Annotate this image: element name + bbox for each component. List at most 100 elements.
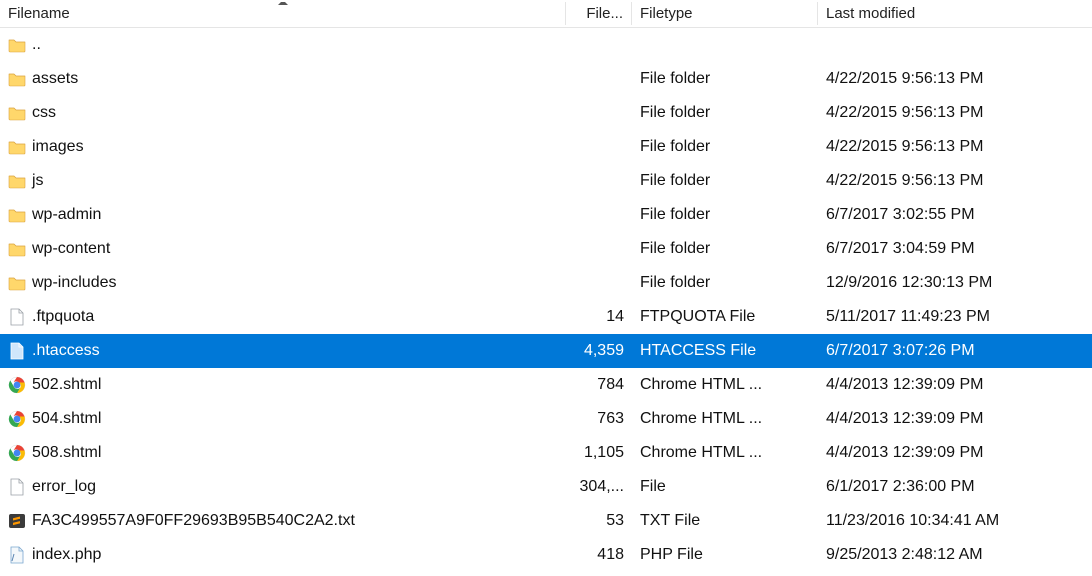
- file-icon: [8, 478, 26, 496]
- file-type-cell: Chrome HTML ...: [632, 410, 818, 428]
- file-row[interactable]: assetsFile folder4/22/2015 9:56:13 PM: [0, 62, 1092, 96]
- file-name-label: .htaccess: [32, 342, 100, 360]
- file-icon: [8, 308, 26, 326]
- sort-ascending-icon: [278, 2, 288, 5]
- file-name-cell: FA3C499557A9F0FF29693B95B540C2A2.txt: [0, 512, 566, 530]
- file-row[interactable]: .ftpquota 14FTPQUOTA File5/11/2017 11:49:…: [0, 300, 1092, 334]
- file-name-label: .ftpquota: [32, 308, 94, 326]
- file-name-label: 502.shtml: [32, 376, 101, 394]
- file-row[interactable]: 504.shtml 763Chrome HTML ...4/4/2013 12:3…: [0, 402, 1092, 436]
- file-size-cell: 304,...: [566, 478, 632, 496]
- chrome-icon: [8, 410, 26, 428]
- php-icon: [8, 546, 26, 564]
- file-name-label: wp-content: [32, 240, 110, 258]
- file-name-cell: assets: [0, 70, 566, 88]
- file-name-cell: index.php: [0, 546, 566, 564]
- folder-icon: [8, 36, 26, 54]
- file-type-cell: File folder: [632, 274, 818, 292]
- file-name-label: error_log: [32, 478, 96, 496]
- file-name-cell: images: [0, 138, 566, 156]
- file-name-cell: wp-includes: [0, 274, 566, 292]
- file-row[interactable]: imagesFile folder4/22/2015 9:56:13 PM: [0, 130, 1092, 164]
- file-size-cell: 4,359: [566, 342, 632, 360]
- file-name-cell: js: [0, 172, 566, 190]
- file-size-cell: 1,105: [566, 444, 632, 462]
- file-size-cell: 53: [566, 512, 632, 530]
- file-name-cell: 504.shtml: [0, 410, 566, 428]
- file-name-cell: error_log: [0, 478, 566, 496]
- header-modified-label: Last modified: [826, 5, 915, 22]
- file-date-cell: 4/22/2015 9:56:13 PM: [818, 172, 1092, 190]
- chrome-icon: [8, 376, 26, 394]
- file-name-cell: css: [0, 104, 566, 122]
- file-date-cell: 5/11/2017 11:49:23 PM: [818, 308, 1092, 326]
- file-type-cell: Chrome HTML ...: [632, 444, 818, 462]
- file-date-cell: 4/22/2015 9:56:13 PM: [818, 138, 1092, 156]
- file-row[interactable]: 502.shtml784Chrome HTML ...4/4/2013 12:3…: [0, 368, 1092, 402]
- file-list: ..assetsFile folder4/22/2015 9:56:13 PMc…: [0, 28, 1092, 572]
- file-size-cell: 418: [566, 546, 632, 564]
- column-header-filesize[interactable]: File...: [566, 2, 632, 25]
- file-type-cell: File folder: [632, 70, 818, 88]
- file-name-label: FA3C499557A9F0FF29693B95B540C2A2.txt: [32, 512, 355, 530]
- file-type-cell: TXT File: [632, 512, 818, 530]
- file-name-cell: .ftpquota: [0, 308, 566, 326]
- file-name-label: css: [32, 104, 56, 122]
- file-type-cell: File folder: [632, 104, 818, 122]
- file-name-cell: 508.shtml: [0, 444, 566, 462]
- file-row[interactable]: .htaccess 4,359HTACCESS File6/7/2017 3:07…: [0, 334, 1092, 368]
- folder-icon: [8, 206, 26, 224]
- file-name-label: 504.shtml: [32, 410, 101, 428]
- file-name-cell: ..: [0, 36, 566, 54]
- folder-icon: [8, 172, 26, 190]
- file-row[interactable]: ..: [0, 28, 1092, 62]
- file-row[interactable]: error_log 304,...File6/1/2017 2:36:00 PM: [0, 470, 1092, 504]
- file-row[interactable]: index.php418PHP File9/25/2013 2:48:12 AM: [0, 538, 1092, 572]
- file-type-cell: File: [632, 478, 818, 496]
- file-row[interactable]: 508.shtml1,105Chrome HTML ...4/4/2013 12…: [0, 436, 1092, 470]
- file-size-cell: 784: [566, 376, 632, 394]
- file-row[interactable]: js File folder4/22/2015 9:56:13 PM: [0, 164, 1092, 198]
- header-filetype-label: Filetype: [640, 5, 693, 22]
- folder-icon: [8, 240, 26, 258]
- column-header-modified[interactable]: Last modified: [818, 2, 1092, 25]
- file-size-cell: 14: [566, 308, 632, 326]
- column-header-row: Filename File... Filetype Last modified: [0, 0, 1092, 28]
- file-date-cell: 12/9/2016 12:30:13 PM: [818, 274, 1092, 292]
- file-row[interactable]: FA3C499557A9F0FF29693B95B540C2A2.txt 53TX…: [0, 504, 1092, 538]
- column-header-filetype[interactable]: Filetype: [632, 2, 818, 25]
- file-name-cell: .htaccess: [0, 342, 566, 360]
- file-date-cell: 4/4/2013 12:39:09 PM: [818, 444, 1092, 462]
- file-type-cell: HTACCESS File: [632, 342, 818, 360]
- file-row[interactable]: wp-admin File folder6/7/2017 3:02:55 PM: [0, 198, 1092, 232]
- file-size-cell: 763: [566, 410, 632, 428]
- header-filesize-label: File...: [586, 5, 623, 22]
- file-row[interactable]: cssFile folder4/22/2015 9:56:13 PM: [0, 96, 1092, 130]
- file-date-cell: 9/25/2013 2:48:12 AM: [818, 546, 1092, 564]
- file-type-cell: File folder: [632, 240, 818, 258]
- file-name-label: wp-includes: [32, 274, 116, 292]
- file-name-label: images: [32, 138, 84, 156]
- file-name-label: assets: [32, 70, 78, 88]
- file-date-cell: 6/7/2017 3:07:26 PM: [818, 342, 1092, 360]
- file-type-cell: PHP File: [632, 546, 818, 564]
- file-date-cell: 4/4/2013 12:39:09 PM: [818, 410, 1092, 428]
- file-date-cell: 6/1/2017 2:36:00 PM: [818, 478, 1092, 496]
- file-name-cell: wp-content: [0, 240, 566, 258]
- file-date-cell: 6/7/2017 3:04:59 PM: [818, 240, 1092, 258]
- file-type-cell: File folder: [632, 206, 818, 224]
- chrome-icon: [8, 444, 26, 462]
- file-type-cell: Chrome HTML ...: [632, 376, 818, 394]
- folder-icon: [8, 70, 26, 88]
- file-name-cell: 502.shtml: [0, 376, 566, 394]
- file-date-cell: 6/7/2017 3:02:55 PM: [818, 206, 1092, 224]
- column-header-filename[interactable]: Filename: [0, 2, 566, 25]
- file-type-cell: File folder: [632, 172, 818, 190]
- file-row[interactable]: wp-includes File folder12/9/2016 12:30:13…: [0, 266, 1092, 300]
- file-name-cell: wp-admin: [0, 206, 566, 224]
- file-name-label: wp-admin: [32, 206, 101, 224]
- file-name-label: ..: [32, 36, 41, 54]
- file-row[interactable]: wp-content File folder6/7/2017 3:04:59 PM: [0, 232, 1092, 266]
- file-type-cell: FTPQUOTA File: [632, 308, 818, 326]
- folder-icon: [8, 104, 26, 122]
